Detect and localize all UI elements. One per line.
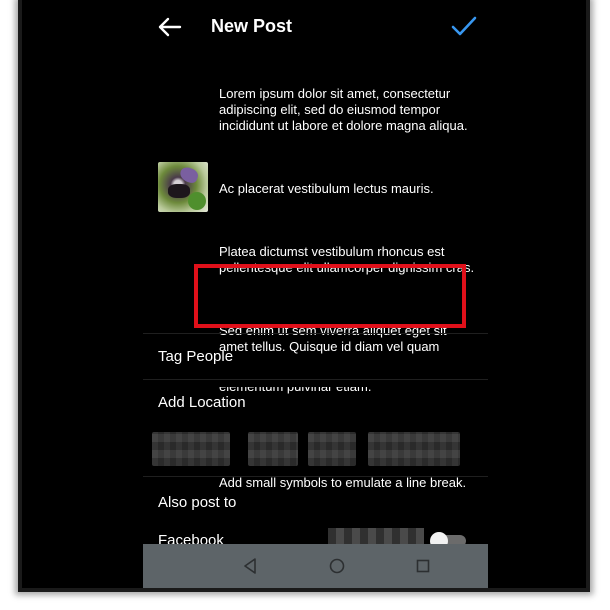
system-home-button[interactable] [327,556,347,576]
caption-paragraph: Lorem ipsum dolor sit amet, consectetur … [219,86,468,133]
divider [143,379,488,380]
system-navigation-bar [143,544,488,588]
also-post-to-heading: Also post to [158,494,237,511]
arrow-left-icon [158,17,182,37]
caption-paragraph: Ac placerat vestibulum lectus mauris. [219,181,434,196]
location-suggestion-chip[interactable] [248,432,298,466]
back-button[interactable] [157,14,183,40]
checkmark-icon [451,16,477,36]
post-thumbnail[interactable] [158,162,208,212]
page-title: New Post [211,16,293,36]
system-recents-button[interactable] [413,556,433,576]
add-location-option[interactable]: Add Location [158,388,478,418]
share-confirm-button[interactable] [450,12,478,40]
thumbnail-leaf-shape [178,165,200,185]
tag-people-option[interactable]: Tag People [158,342,478,372]
system-back-button[interactable] [241,556,261,576]
location-suggestion-chip[interactable] [368,432,460,466]
circle-home-icon [329,558,345,574]
triangle-back-icon [244,558,256,574]
location-suggestion-chip[interactable] [152,432,230,466]
thumbnail-foliage-shape [188,192,206,210]
divider [143,476,488,477]
divider [143,333,488,334]
caption-paragraph: Platea dictumst vestibulum rhoncus est p… [219,244,475,275]
top-bar: New Post [143,0,488,52]
thumbnail-flower-shape [168,184,190,198]
location-suggestions [152,432,487,466]
phone-screen: New Post Lorem ipsum dolor sit amet, con… [22,0,586,588]
square-recents-icon [416,559,430,573]
location-suggestion-chip[interactable] [308,432,356,466]
